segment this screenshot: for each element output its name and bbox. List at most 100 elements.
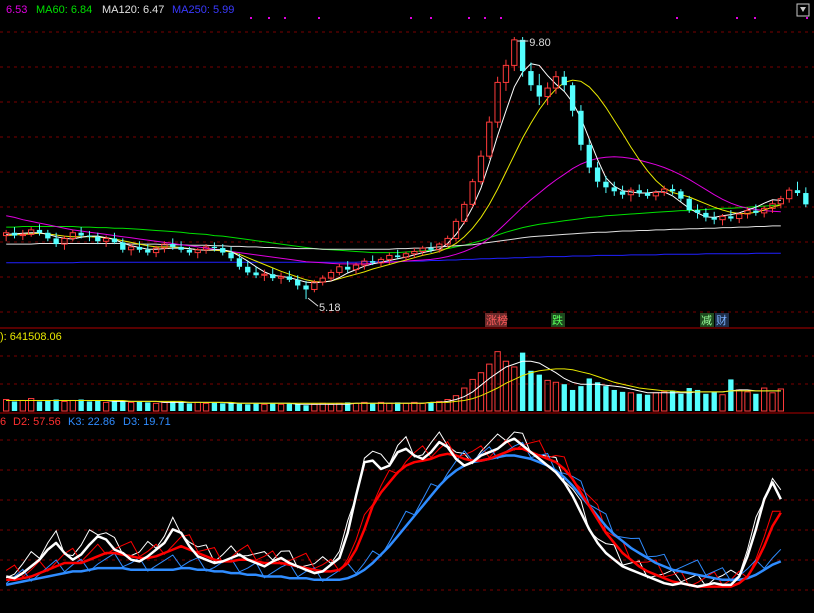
event-label-4: 财 [716, 313, 727, 327]
volume-bar [111, 401, 118, 411]
candle-body [78, 232, 84, 236]
stock-chart: 6.53 MA60: 6.84 MA120: 6.47 MA250: 5.99 … [0, 0, 814, 613]
candle-body [220, 248, 226, 253]
volume-bar [636, 393, 642, 411]
volume-bar [644, 394, 651, 411]
event-dot [468, 17, 470, 19]
candle-body [286, 276, 293, 280]
volume-bar [53, 399, 59, 411]
candle-body [245, 266, 251, 273]
candle-body [794, 190, 801, 194]
k2-label: 6 [0, 416, 6, 428]
candle-body [136, 246, 143, 250]
candle-body [303, 285, 309, 290]
event-label-1: 涨榜 [486, 313, 508, 327]
volume-bar [236, 403, 243, 411]
volume-bar [594, 382, 601, 411]
volume-bar [703, 393, 709, 411]
volume-bar [78, 399, 84, 411]
volume-bar [120, 400, 126, 411]
volume-bar [253, 403, 259, 411]
kdj-header: 6 D2: 57.56 K3: 22.86 D3: 19.71 [0, 416, 171, 428]
event-dot [484, 17, 486, 19]
volume-bar [619, 391, 626, 411]
candle [578, 105, 584, 151]
volume-bar [370, 403, 376, 411]
candle-body [111, 238, 118, 243]
ma250-label: MA250: 5.99 [172, 4, 234, 16]
d3-label: D3: 19.71 [123, 416, 171, 428]
event-dot [806, 17, 808, 19]
candle-body [211, 246, 218, 249]
event-dot [500, 17, 502, 19]
event-label-3: 减 [701, 314, 712, 327]
candle-body [186, 249, 193, 253]
candle-body [703, 212, 709, 218]
candle-body [669, 189, 676, 192]
high-price-label: 9.80 [529, 37, 550, 49]
volume-bar [578, 386, 584, 411]
candle-body [120, 242, 126, 250]
event-dot [284, 17, 286, 19]
candle-body [36, 229, 43, 233]
candle-body [228, 252, 234, 259]
candle-body [345, 266, 351, 270]
volume-header: ): 641508.06 [0, 331, 62, 343]
volume-bar [245, 404, 251, 411]
candle-body [11, 232, 18, 236]
candle-body [236, 258, 243, 267]
volume-bar [220, 403, 226, 411]
candle-body [395, 255, 401, 258]
event-dot [676, 17, 678, 19]
candle-body [569, 85, 576, 111]
candle-body [636, 190, 642, 194]
volume-bar [569, 389, 576, 411]
k3-label: K3: 22.86 [68, 416, 115, 428]
volume-bar [528, 370, 534, 411]
d2-label: D2: 57.56 [13, 416, 61, 428]
candle-body [728, 216, 734, 219]
volume-bar [694, 389, 701, 411]
candle-body [519, 39, 526, 72]
candle-body [428, 248, 434, 250]
volume-bar [753, 393, 759, 411]
ma60-label: MA60: 6.84 [36, 4, 92, 16]
volume-bar [536, 374, 542, 411]
volume-bar [95, 400, 101, 411]
volume-bar [86, 401, 93, 411]
candle-body [694, 210, 701, 213]
volume-bar [295, 404, 301, 411]
candle-body [678, 191, 684, 199]
price-header: 6.53 MA60: 6.84 MA120: 6.47 MA250: 5.99 [6, 4, 234, 16]
volume-bar [711, 391, 717, 411]
volume-bar [428, 402, 434, 411]
volume-bar [186, 403, 193, 411]
volume-bar [586, 378, 592, 411]
ma120-label: MA120: 6.47 [102, 4, 164, 16]
candle-body [644, 193, 651, 196]
candle-body [803, 193, 809, 205]
event-dot [268, 17, 270, 19]
volume-bar [36, 401, 43, 411]
candle-body [561, 76, 567, 86]
volume-bar [145, 402, 151, 411]
candle-body [170, 244, 176, 247]
candle-body [536, 85, 542, 97]
candle-body [528, 71, 534, 86]
event-dot [410, 17, 412, 19]
event-dot [736, 17, 738, 19]
candle-body [270, 274, 276, 279]
volume-bar [561, 384, 567, 411]
candle-body [295, 279, 301, 286]
candle-body [45, 232, 51, 239]
ma-short-label: 6.53 [6, 4, 27, 16]
volume-bar [728, 379, 734, 411]
candle-body [370, 261, 376, 263]
candle-body [578, 110, 584, 145]
candle-body [603, 181, 609, 188]
volume-bar [603, 386, 609, 411]
candle-body [253, 272, 259, 276]
volume-bar [211, 402, 218, 411]
volume-bar [45, 400, 51, 411]
candle-body [711, 217, 717, 220]
